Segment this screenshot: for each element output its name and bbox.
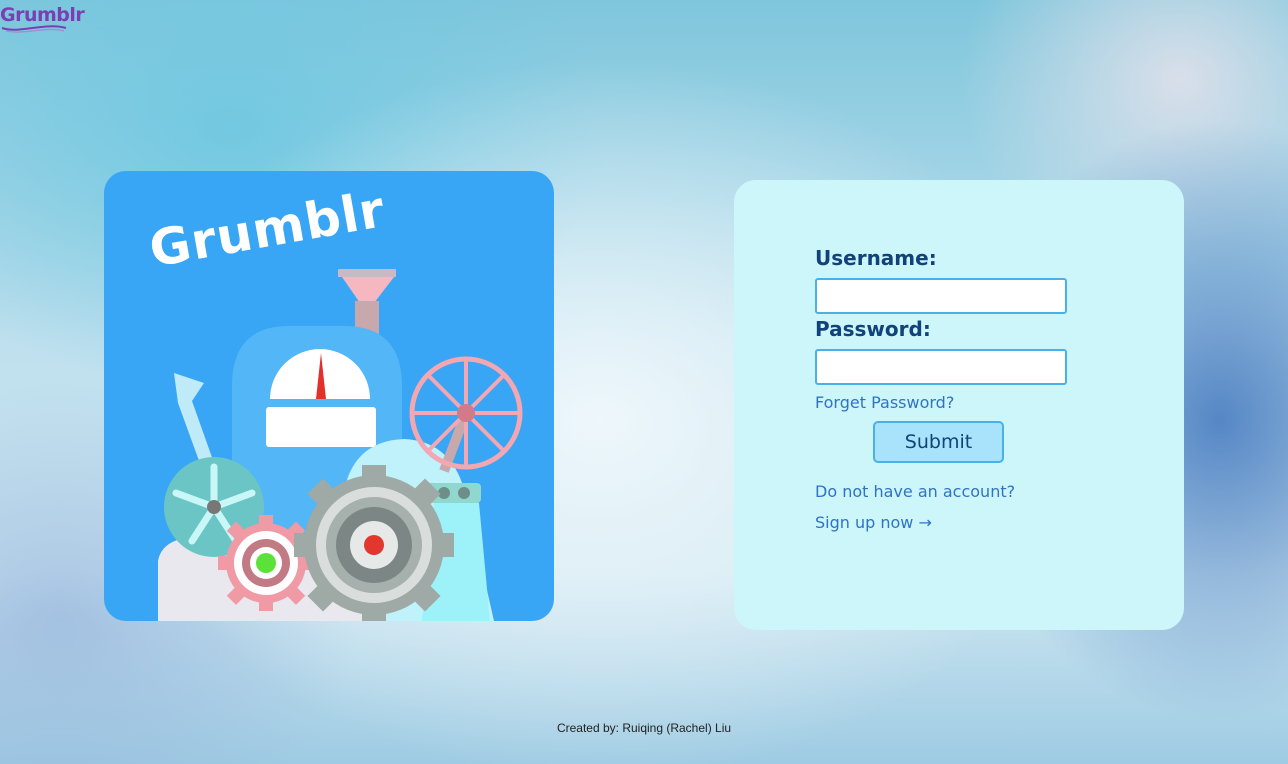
login-form: Username: Password: Forget Password? Sub… bbox=[734, 180, 1184, 630]
forgot-password-link[interactable]: Forget Password? bbox=[815, 393, 954, 412]
footer-credit: Created by: Ruiqing (Rachel) Liu bbox=[556, 721, 732, 735]
password-label: Password: bbox=[815, 317, 931, 341]
submit-button[interactable]: Submit bbox=[873, 421, 1004, 463]
illustration-card: Grumblr bbox=[104, 171, 554, 621]
sign-up-link[interactable]: Sign up now → bbox=[815, 513, 932, 532]
grumblr-logo[interactable]: Grumblr bbox=[0, 2, 85, 36]
no-account-text[interactable]: Do not have an account? bbox=[815, 482, 1015, 501]
username-label: Username: bbox=[815, 246, 937, 270]
password-input[interactable] bbox=[815, 349, 1067, 385]
logo-swoosh-icon bbox=[1, 25, 67, 33]
username-input[interactable] bbox=[815, 278, 1067, 314]
